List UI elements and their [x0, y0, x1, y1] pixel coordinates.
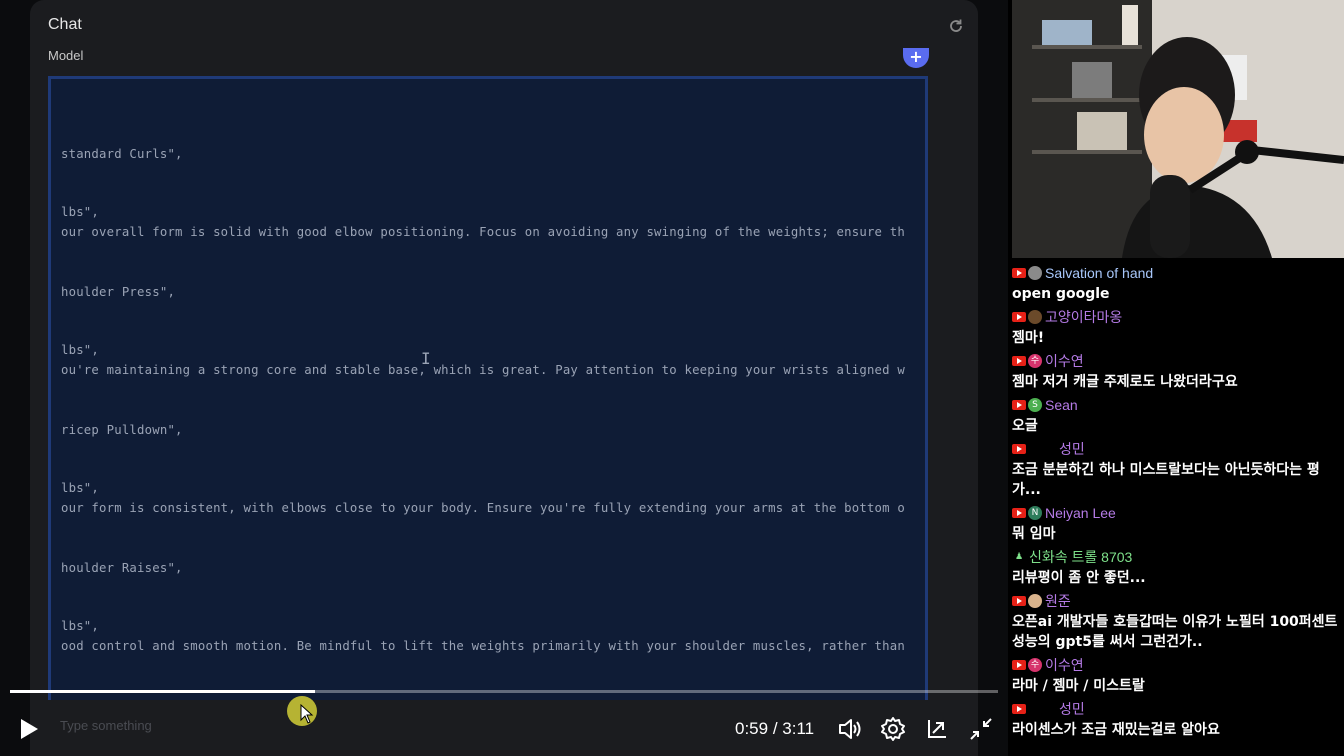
chat-message: 원준 오픈ai 개발자들 호들갑떠는 이유가 노필터 100퍼센트 성능의 gp… — [1012, 590, 1344, 652]
chat-text: 오글 — [1012, 418, 1038, 434]
chat-message: N Neiyan Lee 뭐 임마 — [1012, 502, 1344, 544]
chat-author: Neiyan Lee — [1045, 505, 1116, 521]
youtube-badge-icon — [1012, 704, 1026, 714]
code-line: ou're maintaining a strong core and stab… — [61, 363, 905, 377]
youtube-badge-icon — [1012, 596, 1026, 606]
youtube-badge-icon — [1012, 444, 1026, 454]
model-label: Model — [48, 48, 84, 63]
avatar: S — [1028, 398, 1042, 412]
code-line: lbs", — [61, 205, 100, 219]
youtube-badge-icon — [1012, 312, 1026, 322]
avatar: 수 — [1028, 354, 1042, 368]
chat-message: 성민 라이센스가 조금 재밌는걸로 알아요 — [1012, 698, 1344, 740]
add-button[interactable]: + — [903, 48, 929, 68]
youtube-badge-icon — [1012, 268, 1026, 278]
member-icon: ♟ — [1014, 552, 1024, 562]
chat-author: 신화속 트롤 8703 — [1029, 549, 1133, 565]
mouse-pointer-icon — [300, 704, 314, 724]
input-placeholder: Type something — [60, 718, 152, 733]
youtube-badge-icon — [1012, 508, 1026, 518]
chat-message: S Sean 오글 — [1012, 394, 1344, 436]
chat-message: 고양이타마옹 젬마! — [1012, 306, 1344, 348]
code-line: ood control and smooth motion. Be mindfu… — [61, 639, 905, 653]
streamer-webcam — [1012, 0, 1344, 258]
miniplayer-icon[interactable] — [923, 715, 951, 743]
play-icon[interactable] — [16, 716, 42, 742]
code-line: lbs", — [61, 619, 100, 633]
chat-author: 원준 — [1045, 593, 1071, 609]
code-line: ricep Pulldown", — [61, 423, 183, 437]
chat-author: 성민 — [1059, 441, 1085, 457]
chat-author: 성민 — [1059, 701, 1085, 717]
exit-fullscreen-icon[interactable] — [967, 715, 995, 743]
current-time: 0:59 — [735, 719, 769, 738]
chat-text: 젬마 저거 캐글 주제로도 나왔더라구요 — [1012, 374, 1238, 390]
youtube-badge-icon — [1012, 400, 1026, 410]
chat-author: 이수연 — [1045, 657, 1084, 673]
chat-author: 이수연 — [1045, 353, 1084, 369]
volume-icon[interactable] — [836, 715, 864, 743]
chat-text: 뭐 임마 — [1012, 526, 1056, 542]
text-cursor-icon: I — [421, 349, 431, 368]
chat-text: open google — [1012, 286, 1110, 302]
chat-message: 성민 조금 분분하긴 하나 미스트랄보다는 아닌듯하다는 평가... — [1012, 438, 1344, 500]
avatar — [1028, 442, 1042, 456]
chat-author: Salvation of hand — [1045, 265, 1154, 281]
duration: 3:11 — [782, 719, 815, 738]
progress-bar[interactable] — [10, 690, 998, 693]
chat-text: 라이센스가 조금 재밌는걸로 알아요 — [1012, 722, 1220, 738]
chat-text: 젬마! — [1012, 330, 1045, 346]
chat-title: Chat — [48, 16, 82, 33]
code-line: houlder Raises", — [61, 561, 183, 575]
youtube-badge-icon — [1012, 660, 1026, 670]
chat-message: 수 이수연 젬마 저거 캐글 주제로도 나왔더라구요 — [1012, 350, 1344, 392]
chat-message: Salvation of hand open google — [1012, 262, 1344, 304]
live-chat-list: Salvation of hand open google 고양이타마옹 젬마!… — [1012, 262, 1344, 742]
video-player[interactable]: Chat Model + standard Curls", lbs", our … — [0, 0, 1008, 756]
code-line: lbs", — [61, 343, 100, 357]
code-line: our form is consistent, with elbows clos… — [61, 501, 905, 515]
model-output-area[interactable]: standard Curls", lbs", our overall form … — [48, 76, 928, 716]
refresh-icon[interactable] — [948, 18, 964, 34]
progress-fill — [10, 690, 316, 693]
chat-message: 수 이수연 라마 / 젬마 / 미스트랄 — [1012, 654, 1344, 696]
chat-text: 오픈ai 개발자들 호들갑떠는 이유가 노필터 100퍼센트 성능의 gpt5를… — [1012, 614, 1338, 650]
chat-message: ♟ 신화속 트롤 8703 리뷰평이 좀 안 좋던... — [1012, 546, 1344, 588]
avatar — [1028, 310, 1042, 324]
avatar — [1028, 702, 1042, 716]
youtube-badge-icon — [1012, 356, 1026, 366]
avatar: N — [1028, 506, 1042, 520]
avatar — [1028, 594, 1042, 608]
code-line: houlder Press", — [61, 285, 176, 299]
code-line: lbs", — [61, 481, 100, 495]
chat-author: 고양이타마옹 — [1045, 309, 1123, 325]
code-line: our overall form is solid with good elbo… — [61, 225, 905, 239]
avatar: 수 — [1028, 658, 1042, 672]
chat-panel: Chat Model + standard Curls", lbs", our … — [30, 0, 978, 756]
sidebar: Salvation of hand open google 고양이타마옹 젬마!… — [1008, 0, 1344, 756]
avatar — [1028, 266, 1042, 280]
code-line: standard Curls", — [61, 147, 183, 161]
settings-gear-icon[interactable] — [879, 715, 907, 743]
time-separator: / — [768, 719, 783, 738]
chat-text: 조금 분분하긴 하나 미스트랄보다는 아닌듯하다는 평가... — [1012, 462, 1320, 498]
time-display: 0:59 / 3:11 — [735, 719, 814, 739]
chat-text: 리뷰평이 좀 안 좋던... — [1012, 570, 1146, 586]
chat-text: 라마 / 젬마 / 미스트랄 — [1012, 678, 1145, 694]
chat-author: Sean — [1045, 397, 1078, 413]
